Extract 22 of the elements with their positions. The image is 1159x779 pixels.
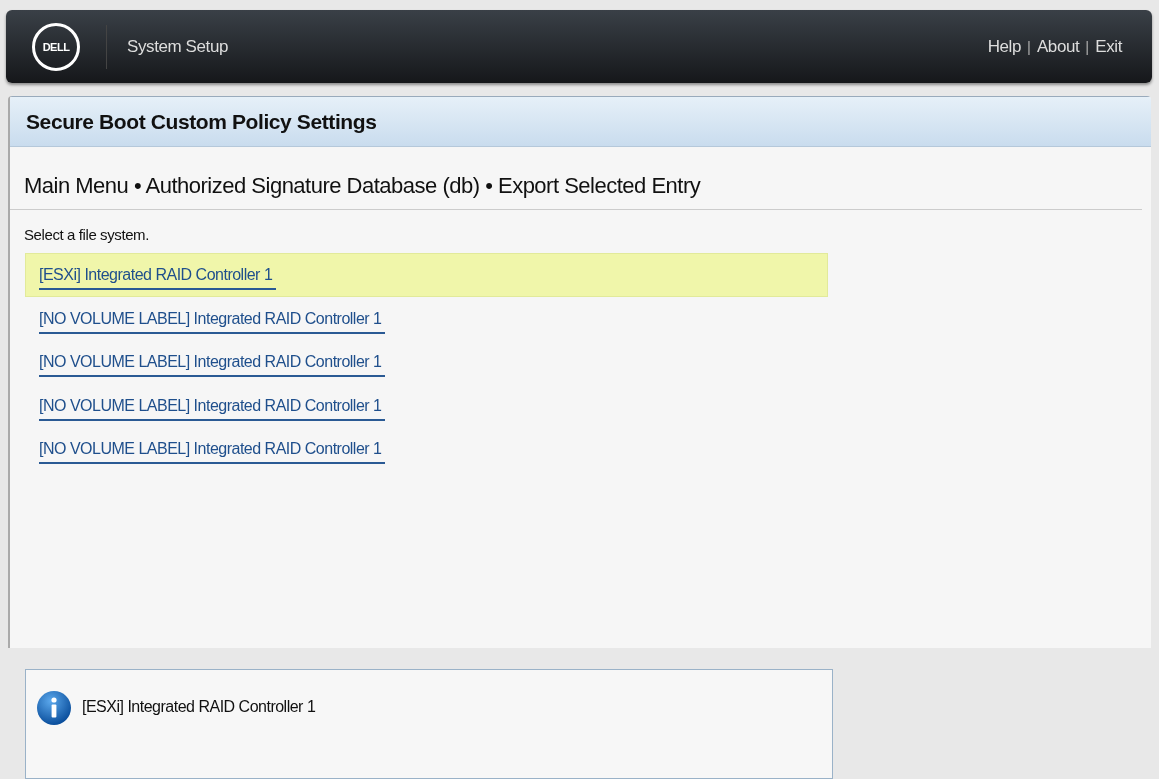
file-system-link[interactable]: [NO VOLUME LABEL] Integrated RAID Controller 1 bbox=[39, 440, 386, 465]
link-separator: | bbox=[1085, 38, 1090, 56]
file-system-link[interactable]: [ESXi] Integrated RAID Controller 1 bbox=[39, 266, 277, 291]
list-row[interactable]: [NO VOLUME LABEL] Integrated RAID Controller 1 bbox=[25, 427, 828, 471]
header-link[interactable]: Help bbox=[987, 36, 1021, 57]
link-separator: | bbox=[1027, 38, 1031, 56]
prompt-text: Select a file system. bbox=[23, 225, 150, 246]
header-link[interactable]: About bbox=[1036, 36, 1080, 57]
list-row[interactable]: [NO VOLUME LABEL] Integrated RAID Controller 1 bbox=[25, 340, 828, 384]
app-title: System Setup bbox=[127, 36, 229, 57]
file-system-link[interactable]: [NO VOLUME LABEL] Integrated RAID Controller 1 bbox=[39, 309, 386, 334]
page-title: Secure Boot Custom Policy Settings bbox=[26, 109, 377, 134]
breadcrumb: Main Menu • Authorized Signature Database (db) • Export Selected Entry bbox=[10, 147, 1142, 211]
list-row[interactable]: [NO VOLUME LABEL] Integrated RAID Controller 1 bbox=[25, 296, 828, 341]
info-icon bbox=[36, 690, 72, 726]
info-text: [ESXi] Integrated RAID Controller 1 bbox=[82, 698, 316, 716]
list-row[interactable]: [NO VOLUME LABEL] Integrated RAID Controller 1 bbox=[25, 383, 828, 428]
selected-row[interactable]: [ESXi] Integrated RAID Controller 1 bbox=[25, 253, 828, 297]
file-system-link[interactable]: [NO VOLUME LABEL] Integrated RAID Controller 1 bbox=[39, 353, 386, 378]
header-link[interactable]: Exit bbox=[1095, 36, 1122, 57]
file-system-link[interactable]: [NO VOLUME LABEL] Integrated RAID Controller 1 bbox=[39, 396, 386, 421]
logo: DELL bbox=[32, 22, 80, 71]
